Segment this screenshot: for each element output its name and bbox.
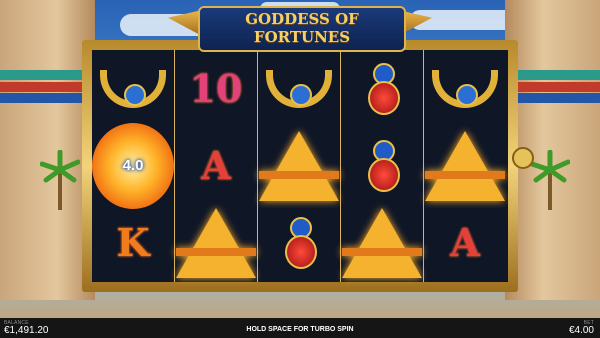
letter-symbol: A: [450, 220, 480, 265]
pyramid-icon: [425, 130, 505, 201]
game-title-line2: FORTUNES: [253, 28, 351, 46]
symbol-cell: [258, 204, 340, 281]
pyramid-icon: [342, 207, 422, 278]
symbol-cell: [258, 127, 340, 204]
pyramid-icon: [176, 207, 256, 278]
symbol-cell: A: [175, 127, 257, 204]
turbo-spin-hint: HOLD SPACE FOR TURBO SPIN: [246, 326, 354, 333]
letter-symbol: K: [116, 220, 150, 265]
scarab-icon: [360, 61, 404, 117]
sun-multiplier-icon: 4.0: [92, 122, 174, 209]
symbol-cell: [424, 127, 506, 204]
reel-2: 10 A: [175, 50, 258, 282]
reel-grid: 4.0 K 10 A A: [92, 50, 508, 282]
palm-tree-icon: [40, 150, 80, 210]
symbol-cell: K: [92, 204, 174, 281]
symbol-cell: [341, 50, 423, 127]
symbol-cell: [341, 127, 423, 204]
letter-symbol: A: [201, 143, 231, 188]
palm-tree-icon: [530, 150, 570, 210]
multiplier-value: 4.0: [122, 157, 144, 174]
symbol-cell: 4.0: [92, 122, 174, 209]
game-logo: GODDESS OF FORTUNES: [198, 6, 406, 52]
reel-5: A: [424, 50, 506, 282]
reel-3: [258, 50, 341, 282]
reel-4: [341, 50, 424, 282]
pyramid-icon: [259, 130, 339, 201]
collar-icon: [432, 69, 498, 108]
game-title-line1: GODDESS OF: [245, 10, 359, 28]
symbol-cell: [258, 50, 340, 127]
symbol-cell: [92, 50, 174, 127]
scarab-icon: [277, 215, 321, 271]
letter-symbol: 10: [189, 66, 243, 111]
reel-1: 4.0 K: [92, 50, 175, 282]
symbol-cell: [341, 204, 423, 281]
symbol-cell: 10: [175, 50, 257, 127]
symbol-cell: [175, 204, 257, 281]
collar-icon: [100, 69, 166, 108]
symbol-cell: A: [424, 204, 506, 281]
symbol-cell: [424, 50, 506, 127]
scarab-icon: [360, 138, 404, 194]
side-ornament-button[interactable]: [512, 147, 534, 169]
collar-icon: [266, 69, 332, 108]
